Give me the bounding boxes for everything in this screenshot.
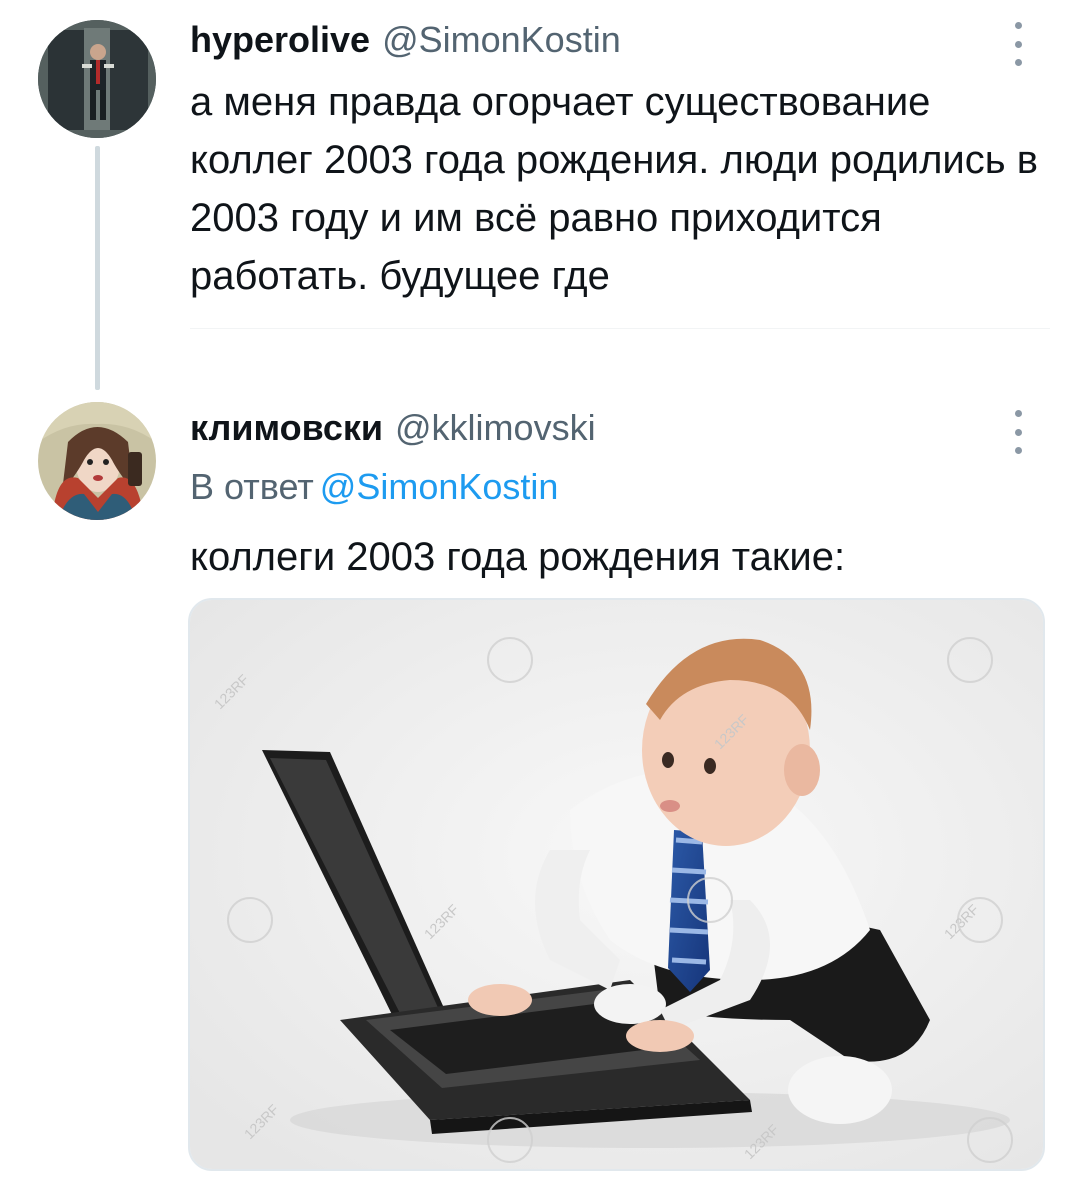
- baby-laptop-photo-icon: 123RF 123RF 123RF 123RF 123RF 123RF: [190, 600, 1043, 1169]
- divider: [190, 328, 1050, 329]
- dot-icon: [1014, 40, 1022, 48]
- dot-icon: [1014, 22, 1022, 29]
- dot-icon: [1014, 59, 1022, 66]
- avatar-photo-icon: [38, 20, 156, 138]
- tweet-text: а меня правда огорчает существование кол…: [190, 80, 1038, 298]
- avatar-hyperolive[interactable]: [38, 20, 156, 138]
- thread-connector-line: [95, 146, 100, 390]
- tweet-header: климовски @kklimovski: [190, 408, 596, 448]
- display-name[interactable]: hyperolive: [190, 19, 370, 60]
- tweet-media-image[interactable]: 123RF 123RF 123RF 123RF 123RF 123RF: [188, 598, 1045, 1171]
- tweet-header: hyperolive @SimonKostin: [190, 20, 621, 60]
- avatar-photo-icon: [38, 402, 156, 520]
- more-options-icon[interactable]: [1008, 22, 1028, 66]
- display-name[interactable]: климовски: [190, 407, 383, 448]
- user-handle[interactable]: @kklimovski: [395, 407, 596, 448]
- dot-icon: [1014, 447, 1022, 454]
- more-options-icon[interactable]: [1008, 410, 1028, 454]
- tweet-1[interactable]: hyperolive @SimonKostin а меня правда ого…: [0, 0, 1077, 390]
- reply-mention-link[interactable]: @SimonKostin: [320, 466, 559, 507]
- tweet-text: коллеги 2003 года рождения такие:: [190, 535, 846, 579]
- reply-prefix: В ответ: [190, 466, 314, 507]
- user-handle[interactable]: @SimonKostin: [382, 19, 621, 60]
- avatar-klimovski[interactable]: [38, 402, 156, 520]
- dot-icon: [1014, 410, 1022, 417]
- reply-context: В ответ @SimonKostin: [190, 466, 558, 508]
- dot-icon: [1014, 428, 1022, 436]
